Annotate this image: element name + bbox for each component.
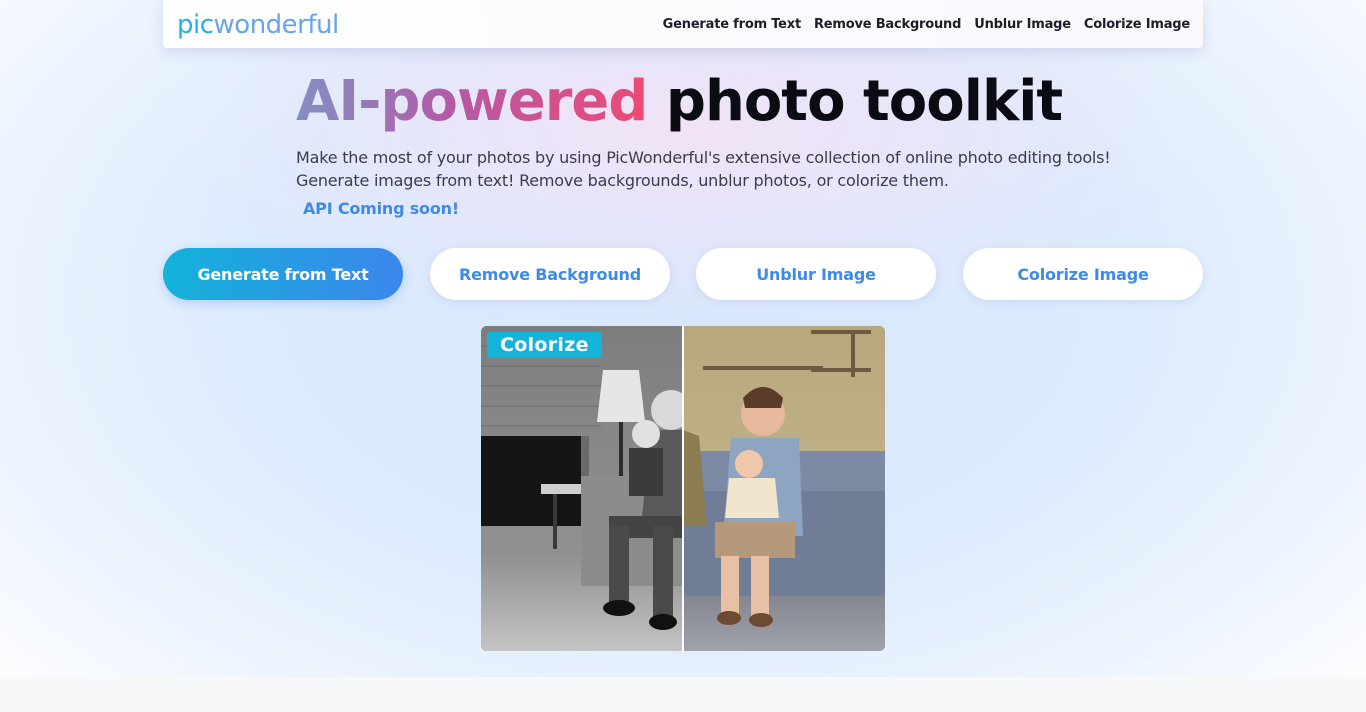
page-title-highlight: AI-powered (296, 69, 648, 134)
remove-background-button[interactable]: Remove Background (430, 248, 670, 300)
api-coming-soon-note: API Coming soon! (303, 199, 459, 218)
nav-links: Generate from Text Remove Background Unb… (663, 0, 1191, 48)
hero-description-line-2: Generate images from text! Remove backgr… (296, 171, 949, 190)
nav-link-unblur-image[interactable]: Unblur Image (974, 17, 1071, 32)
generate-from-text-button[interactable]: Generate from Text (163, 248, 403, 300)
page-title: AI-powered photo toolkit (296, 66, 1063, 138)
logo-text-pic: pic (177, 10, 214, 40)
hero-description-line-1: Make the most of your photos by using Pi… (296, 148, 1111, 167)
unblur-image-button[interactable]: Unblur Image (696, 248, 936, 300)
colorized-half (683, 326, 885, 651)
hero-description: Make the most of your photos by using Pi… (296, 146, 1116, 192)
logo-text-wonderful: wonderful (213, 10, 340, 40)
hero-section: picwonderful Generate from Text Remove B… (0, 0, 1366, 677)
before-after-preview[interactable]: Colorize (481, 326, 885, 651)
black-and-white-half (481, 326, 691, 651)
comparison-slider-handle[interactable] (682, 326, 684, 651)
nav-link-remove-background[interactable]: Remove Background (814, 17, 961, 32)
logo[interactable]: picwonderful (177, 8, 339, 42)
nav-link-generate-from-text[interactable]: Generate from Text (663, 17, 802, 32)
navbar: picwonderful Generate from Text Remove B… (163, 0, 1203, 48)
colorize-tag: Colorize (487, 332, 602, 358)
nav-link-colorize-image[interactable]: Colorize Image (1084, 17, 1190, 32)
page-title-rest: photo toolkit (665, 69, 1063, 134)
colorize-image-button[interactable]: Colorize Image (963, 248, 1203, 300)
